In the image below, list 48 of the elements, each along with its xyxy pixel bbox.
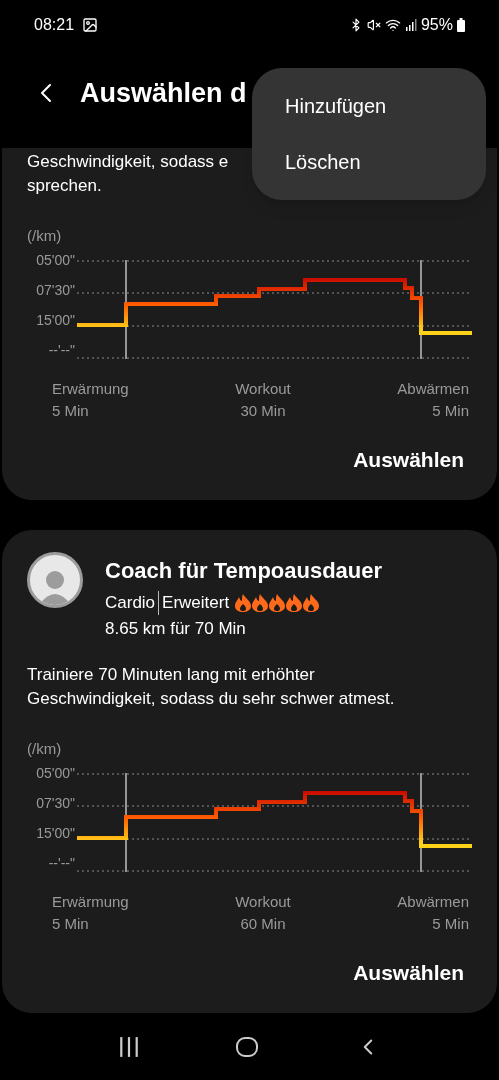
home-icon[interactable] [235,1035,260,1059]
axis-tick: --'--" [48,855,75,871]
flame-icon [286,594,303,612]
card-title: Coach für Tempoausdauer [105,557,383,585]
menu-item[interactable]: Hinzufügen [252,78,486,134]
phase-duration: 30 Min [240,401,286,421]
mute-icon [366,18,381,32]
axis-unit: (/km) [27,226,62,246]
axis-tick: --'--" [48,342,75,358]
card-description: Geschwindigkeit, sodass e sprechen. [27,151,229,197]
flame-icon [269,594,286,612]
flame-icon [252,594,269,612]
avatar-icon [27,552,83,608]
category-label: Cardio [105,591,160,615]
page-title: Auswählen d [80,76,247,110]
phase-name: Workout [235,892,291,912]
menu-item[interactable]: Löschen [252,134,486,190]
phase-duration: 60 Min [240,914,286,934]
phase-duration: 5 Min [432,914,469,934]
phase-duration: 5 Min [52,914,89,934]
recent-apps-icon[interactable] [117,1036,140,1058]
phase-name: Abwärmen [397,892,469,912]
battery-icon [457,18,465,32]
axis-tick: 15'00" [36,825,75,841]
signal-icon [404,19,417,31]
battery-percent: 95% [420,15,453,35]
phase-name: Erwärmung [52,379,129,399]
status-time: 08:21 [34,15,75,35]
flame-icon [303,594,320,612]
axis-tick: 05'00" [36,765,75,781]
axis-tick: 05'00" [36,252,75,268]
difficulty-label: Erweitert [161,592,230,614]
axis-tick: 15'00" [36,312,75,328]
phase-duration: 5 Min [432,401,469,421]
select-button[interactable]: Auswählen [353,959,472,987]
image-icon [82,17,99,33]
distance-text: 8.65 km für 70 Min [105,618,247,640]
select-button[interactable]: Auswählen [353,446,472,474]
card-description: Trainiere 70 Minuten lang mit erhöhter Geschwindigkeit, sodass du sehr schwer atmest. [27,664,395,710]
axis-tick: 07'30" [36,282,75,298]
axis-tick: 07'30" [36,795,75,811]
axis-unit: (/km) [27,739,62,759]
phase-name: Workout [235,379,291,399]
phase-duration: 5 Min [52,401,89,421]
phase-name: Abwärmen [397,379,469,399]
flame-icon [235,594,252,612]
phase-name: Erwärmung [52,892,129,912]
wifi-icon [384,17,401,33]
